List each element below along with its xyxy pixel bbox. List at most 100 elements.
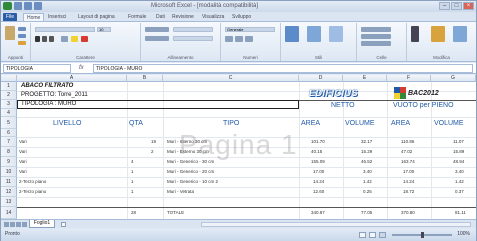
total-area-vpp: 370.80	[401, 210, 415, 215]
cell-styles-icon[interactable]	[329, 26, 343, 42]
zoom-level[interactable]: 100%	[457, 231, 470, 237]
spreadsheet-grid[interactable]: A B C D E F G 1 2 3 4 5 6 7 8 9 10 11 12…	[1, 75, 476, 219]
column-header-f[interactable]: F	[387, 75, 431, 82]
next-sheet-icon[interactable]	[16, 222, 21, 227]
group-label-number: Numeri	[243, 55, 258, 60]
delete-cells-icon[interactable]	[361, 34, 391, 39]
percent-icon[interactable]	[235, 36, 243, 42]
copy-icon[interactable]	[18, 34, 26, 38]
tab-page-layout[interactable]: Layout di pagina	[75, 13, 118, 21]
conditional-format-icon[interactable]	[285, 26, 299, 42]
fx-icon[interactable]: fx	[79, 64, 84, 73]
netto-header: NETTO	[331, 102, 355, 109]
tab-file[interactable]: File	[3, 13, 18, 21]
cell-volume: 46.52	[361, 159, 373, 164]
tab-review[interactable]: Revisione	[169, 13, 197, 21]
borders-icon[interactable]	[61, 36, 68, 42]
tab-formulas[interactable]: Formule	[125, 13, 149, 21]
tab-insert[interactable]: Inserisci	[45, 13, 69, 21]
column-header-b[interactable]: B	[127, 75, 163, 82]
column-title-qta: QTA	[129, 120, 143, 127]
column-header-d[interactable]: D	[299, 75, 343, 82]
font-color-icon[interactable]	[81, 36, 88, 42]
save-icon[interactable]	[14, 2, 22, 10]
window-title: Microsoft Excel - [modalità compatibilit…	[151, 3, 259, 9]
comma-icon[interactable]	[245, 36, 253, 42]
merge-center-button[interactable]	[173, 36, 213, 41]
format-as-table-icon[interactable]	[307, 26, 321, 42]
cell-area: 14.24	[313, 179, 325, 184]
row-header-10[interactable]: 10	[1, 167, 17, 177]
currency-icon[interactable]	[225, 36, 233, 42]
row-header-13[interactable]: 13	[1, 197, 17, 207]
column-header-c[interactable]: C	[163, 75, 299, 82]
minimize-button[interactable]: –	[439, 2, 450, 10]
find-select-icon[interactable]	[453, 26, 467, 42]
number-format-select[interactable]: Generale	[225, 27, 275, 32]
tab-view[interactable]: Visualizza	[199, 13, 227, 21]
bold-icon[interactable]	[35, 36, 40, 42]
row-header-8[interactable]: 8	[1, 147, 17, 157]
paste-icon[interactable]	[5, 26, 15, 40]
row-header-2[interactable]: 2	[1, 91, 17, 100]
format-painter-icon[interactable]	[18, 41, 26, 45]
ribbon: Appunti 10 Carattere Allineamento Genera…	[1, 21, 476, 62]
row-header-5[interactable]: 5	[1, 117, 17, 129]
wrap-text-button[interactable]	[173, 27, 213, 32]
horizontal-scrollbar[interactable]	[201, 222, 471, 227]
fill-color-icon[interactable]	[71, 36, 78, 42]
align-top-icon[interactable]	[145, 27, 169, 32]
cell-volume: 0.25	[363, 189, 372, 194]
row-header-12[interactable]: 12	[1, 187, 17, 197]
last-sheet-icon[interactable]	[22, 222, 27, 227]
row-header-7[interactable]: 7	[1, 137, 17, 147]
tab-data[interactable]: Dati	[153, 13, 168, 21]
undo-icon[interactable]	[24, 2, 32, 10]
gridline	[299, 82, 300, 219]
gridline	[17, 117, 476, 118]
sort-filter-icon[interactable]	[431, 26, 445, 42]
cell-qta: 4	[131, 159, 134, 164]
italic-icon[interactable]	[42, 36, 47, 42]
row-header-11[interactable]: 11	[1, 177, 17, 187]
cell-area: 17.00	[313, 169, 325, 174]
gridline	[17, 167, 476, 168]
row-header-9[interactable]: 9	[1, 157, 17, 167]
sheet-tab-foglio1[interactable]: Foglio1	[29, 220, 55, 228]
page-layout-view-icon[interactable]	[369, 232, 376, 238]
close-button[interactable]: ×	[463, 2, 474, 10]
column-header-e[interactable]: E	[343, 75, 387, 82]
row-header-6[interactable]: 6	[1, 129, 17, 137]
insert-sheet-icon[interactable]	[61, 222, 66, 227]
cut-icon[interactable]	[18, 27, 26, 31]
row-header-14[interactable]: 14	[1, 207, 17, 219]
first-sheet-icon[interactable]	[4, 222, 9, 227]
column-header-a[interactable]: A	[17, 75, 127, 82]
name-box[interactable]: TIPOLOGIA	[3, 64, 71, 73]
select-all-corner[interactable]	[1, 75, 17, 82]
zoom-slider-thumb[interactable]	[421, 232, 424, 238]
maximize-button[interactable]: □	[451, 2, 462, 10]
font-size-select[interactable]: 10	[97, 27, 111, 32]
align-left-icon[interactable]	[145, 36, 169, 41]
page-break-view-icon[interactable]	[379, 232, 386, 238]
formula-bar: TIPOLOGIA fx TIPOLOGIA - MURO	[1, 63, 476, 74]
column-header-g[interactable]: G	[431, 75, 476, 82]
format-cells-icon[interactable]	[361, 41, 391, 46]
underline-icon[interactable]	[49, 36, 54, 42]
group-label-editing: Modifica	[433, 55, 450, 60]
row-header-1[interactable]: 1	[1, 82, 17, 91]
vuoto-per-pieno-header: VUOTO per PIENO	[393, 102, 454, 109]
prev-sheet-icon[interactable]	[10, 222, 15, 227]
tab-developer[interactable]: Sviluppo	[229, 13, 254, 21]
row-header-3[interactable]: 3	[1, 100, 17, 109]
redo-icon[interactable]	[34, 2, 42, 10]
font-name-select[interactable]	[35, 27, 95, 32]
normal-view-icon[interactable]	[359, 232, 366, 238]
cell-livello: 2-Terzo piano	[19, 179, 47, 184]
row-header-4[interactable]: 4	[1, 109, 17, 117]
formula-input[interactable]: TIPOLOGIA - MURO	[93, 64, 473, 73]
autosum-icon[interactable]	[411, 26, 419, 42]
insert-cells-icon[interactable]	[361, 27, 391, 32]
tab-home[interactable]: Home	[23, 13, 45, 21]
